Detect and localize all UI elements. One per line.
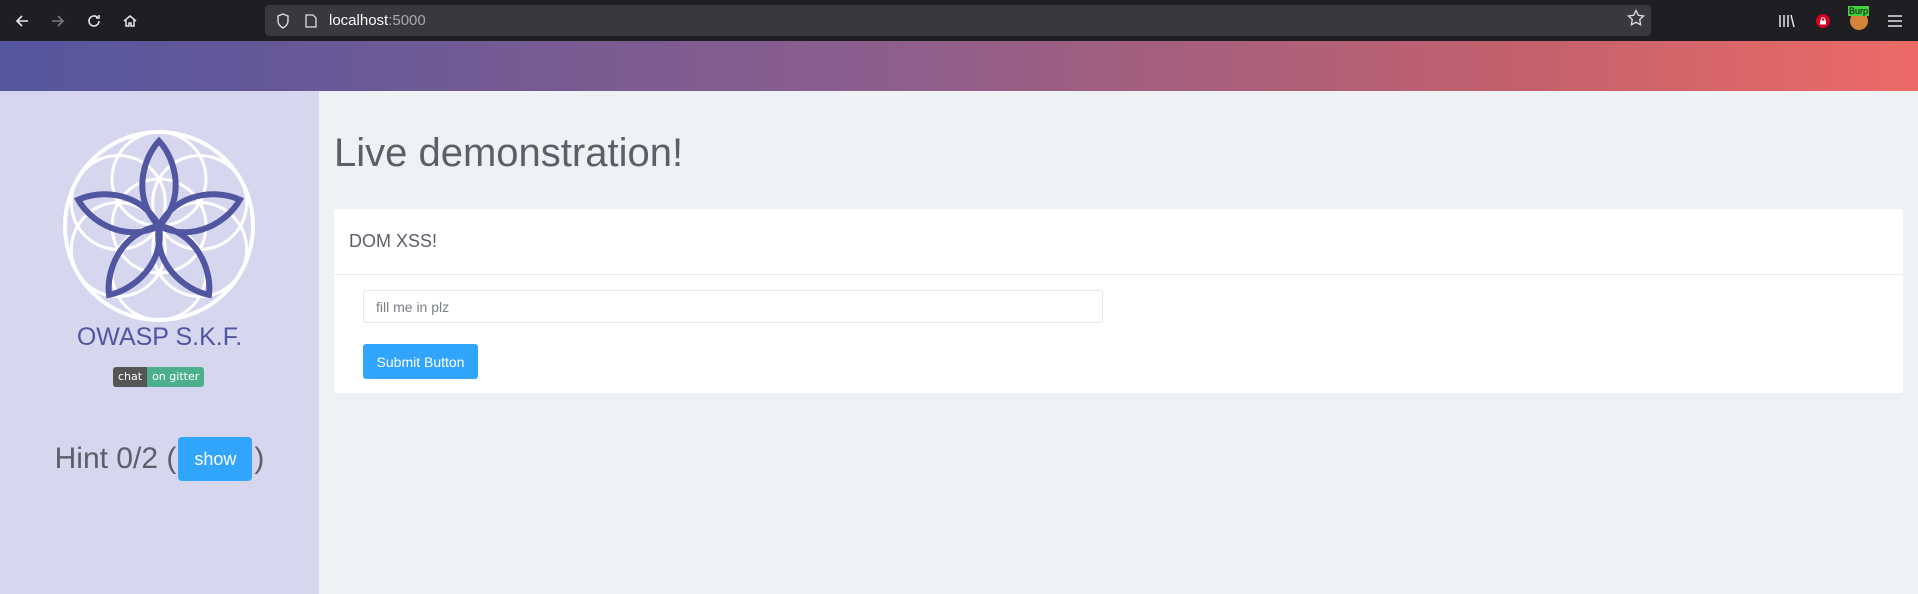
show-hint-button[interactable]: show: [178, 437, 253, 481]
page-icon[interactable]: [297, 13, 325, 28]
url-port: :5000: [388, 12, 426, 29]
badge-right-label: on gitter: [147, 367, 205, 387]
demo-card: DOM XSS! Submit Button: [334, 209, 1903, 393]
xss-input[interactable]: [363, 290, 1103, 323]
url-host: localhost: [329, 12, 389, 29]
hint-line: Hint 0/2 ( show ): [0, 437, 319, 481]
reload-icon[interactable]: [76, 3, 112, 39]
back-arrow-icon[interactable]: [4, 3, 40, 39]
page-header: [0, 41, 1918, 91]
shield-icon[interactable]: [269, 12, 297, 29]
star-icon[interactable]: [1627, 8, 1645, 31]
sidebar: OWASP S.K.F. chat on gitter Hint 0/2 ( s…: [0, 91, 319, 594]
brand-title: OWASP S.K.F.: [76, 323, 243, 351]
hint-suffix: ): [254, 442, 265, 475]
owasp-skf-logo-icon: [63, 130, 255, 322]
home-icon[interactable]: [112, 3, 148, 39]
library-icon[interactable]: [1772, 6, 1802, 36]
menu-icon[interactable]: [1880, 6, 1910, 36]
burp-icon[interactable]: Burp: [1844, 5, 1874, 36]
red-lock-icon[interactable]: [1808, 6, 1838, 36]
burp-label: Burp: [1848, 5, 1870, 16]
forward-arrow-icon[interactable]: [40, 3, 76, 39]
gitter-chat-badge[interactable]: chat on gitter: [113, 367, 205, 387]
browser-toolbar: localhost:5000 Burp: [0, 0, 1918, 41]
url-bar[interactable]: localhost:5000: [265, 5, 1651, 36]
badge-left-label: chat: [113, 367, 148, 387]
submit-button[interactable]: Submit Button: [363, 344, 478, 379]
page-title: Live demonstration!: [334, 131, 684, 175]
main-content: Live demonstration! DOM XSS! Submit Butt…: [319, 91, 1918, 594]
card-title: DOM XSS!: [334, 209, 1903, 275]
hint-prefix: Hint 0/2 (: [54, 442, 177, 475]
